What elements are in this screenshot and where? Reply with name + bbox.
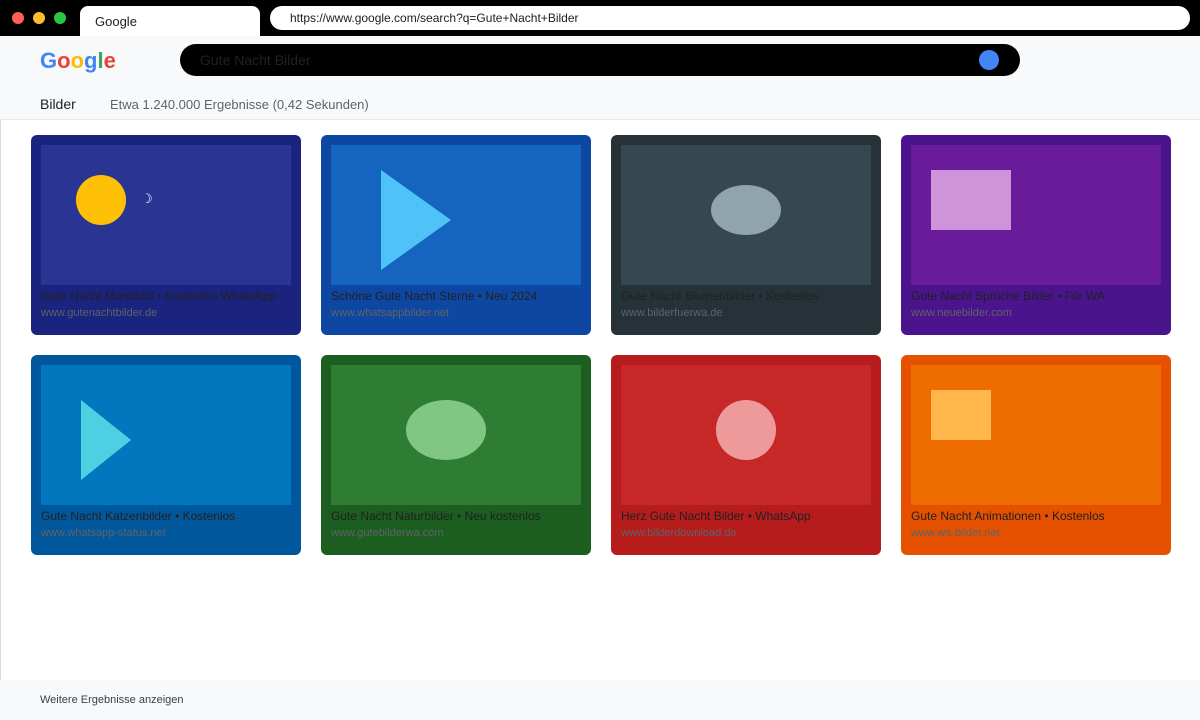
result-source[interactable]: www.bilderdownload.de — [621, 527, 876, 539]
result-source[interactable]: www.gutenachtbilder.de — [41, 307, 296, 319]
image-result-card[interactable]: Gute Nacht Katzenbilder • Kostenlos www.w… — [31, 355, 301, 555]
filter-images-tab[interactable]: Bilder — [40, 96, 76, 112]
result-title[interactable]: Gute Nacht Naturbilder • Neu kostenlos — [331, 509, 586, 523]
close-window-icon[interactable] — [12, 12, 24, 24]
result-title[interactable]: Schöne Gute Nacht Sterne • Neu 2024 — [331, 289, 586, 303]
flower-icon — [711, 185, 781, 235]
image-result-card[interactable]: Gute Nacht Sprüche Bilder • Für WA www.ne… — [901, 135, 1171, 335]
image-result-card[interactable]: ☽ Gute Nacht Mondbild • Kostenlos WhatsAp… — [31, 135, 301, 335]
search-circle-icon[interactable] — [979, 50, 999, 70]
search-header: Google Bilder Etwa 1.240.000 Ergebnisse … — [0, 36, 1200, 120]
url-text: https://www.google.com/search?q=Gute+Nac… — [290, 11, 579, 25]
more-results-link[interactable]: Weitere Ergebnisse anzeigen — [40, 694, 184, 706]
result-source[interactable]: www.neuebilder.com — [911, 307, 1166, 319]
image-thumbnail[interactable] — [621, 145, 871, 285]
browser-tab[interactable]: Google — [80, 6, 260, 36]
nature-icon — [406, 400, 486, 460]
maximize-window-icon[interactable] — [54, 12, 66, 24]
result-stats: Etwa 1.240.000 Ergebnisse (0,42 Sekunden… — [110, 97, 369, 112]
minimize-window-icon[interactable] — [33, 12, 45, 24]
logo-letter: G — [40, 48, 58, 73]
logo-letter: g — [84, 48, 98, 73]
logo-letter: e — [103, 48, 116, 73]
image-result-card[interactable]: Herz Gute Nacht Bilder • WhatsApp www.bil… — [611, 355, 881, 555]
tab-title: Google — [95, 14, 137, 29]
image-thumbnail[interactable] — [331, 365, 581, 505]
play-icon — [381, 170, 451, 270]
image-result-card[interactable]: Schöne Gute Nacht Sterne • Neu 2024 www.w… — [321, 135, 591, 335]
crescent-moon-icon: ☽ — [141, 191, 153, 206]
footer: Weitere Ergebnisse anzeigen — [0, 680, 1200, 720]
image-thumbnail[interactable] — [911, 365, 1161, 505]
image-thumbnail[interactable] — [41, 365, 291, 505]
result-title[interactable]: Gute Nacht Katzenbilder • Kostenlos — [41, 509, 296, 523]
image-thumbnail[interactable] — [621, 365, 871, 505]
search-input[interactable] — [200, 44, 960, 76]
animation-icon — [931, 390, 991, 440]
address-bar[interactable]: https://www.google.com/search?q=Gute+Nac… — [270, 6, 1190, 30]
moon-icon — [76, 175, 126, 225]
image-thumbnail[interactable] — [911, 145, 1161, 285]
result-title[interactable]: Herz Gute Nacht Bilder • WhatsApp — [621, 509, 876, 523]
result-source[interactable]: www.whatsappbilder.net — [331, 307, 586, 319]
image-results-grid: ☽ Gute Nacht Mondbild • Kostenlos WhatsAp… — [0, 120, 1200, 680]
browser-chrome: Google https://www.google.com/search?q=G… — [0, 0, 1200, 36]
logo-letter: o — [57, 48, 71, 73]
logo-letter: o — [70, 48, 85, 73]
result-source[interactable]: www.gutebilderwa.com — [331, 527, 586, 539]
image-result-card[interactable]: Gute Nacht Blumenbilder • Kostenlos www.b… — [611, 135, 881, 335]
image-thumbnail[interactable] — [331, 145, 581, 285]
quote-icon — [931, 170, 1011, 230]
image-result-card[interactable]: Gute Nacht Naturbilder • Neu kostenlos ww… — [321, 355, 591, 555]
result-source[interactable]: www.wa-bilder.net — [911, 527, 1166, 539]
image-thumbnail[interactable]: ☽ — [41, 145, 291, 285]
image-result-card[interactable]: Gute Nacht Animationen • Kostenlos www.wa… — [901, 355, 1171, 555]
search-box[interactable] — [180, 44, 1020, 76]
heart-icon — [716, 400, 776, 460]
result-source[interactable]: www.whatsapp-status.net — [41, 527, 296, 539]
result-title[interactable]: Gute Nacht Sprüche Bilder • Für WA — [911, 289, 1166, 303]
result-source[interactable]: www.bilderfuerwa.de — [621, 307, 876, 319]
result-title[interactable]: Gute Nacht Animationen • Kostenlos — [911, 509, 1166, 523]
result-title[interactable]: Gute Nacht Blumenbilder • Kostenlos — [621, 289, 876, 303]
play-icon — [81, 400, 131, 480]
google-logo[interactable]: Google — [40, 48, 116, 74]
result-title[interactable]: Gute Nacht Mondbild • Kostenlos WhatsApp — [41, 289, 296, 303]
